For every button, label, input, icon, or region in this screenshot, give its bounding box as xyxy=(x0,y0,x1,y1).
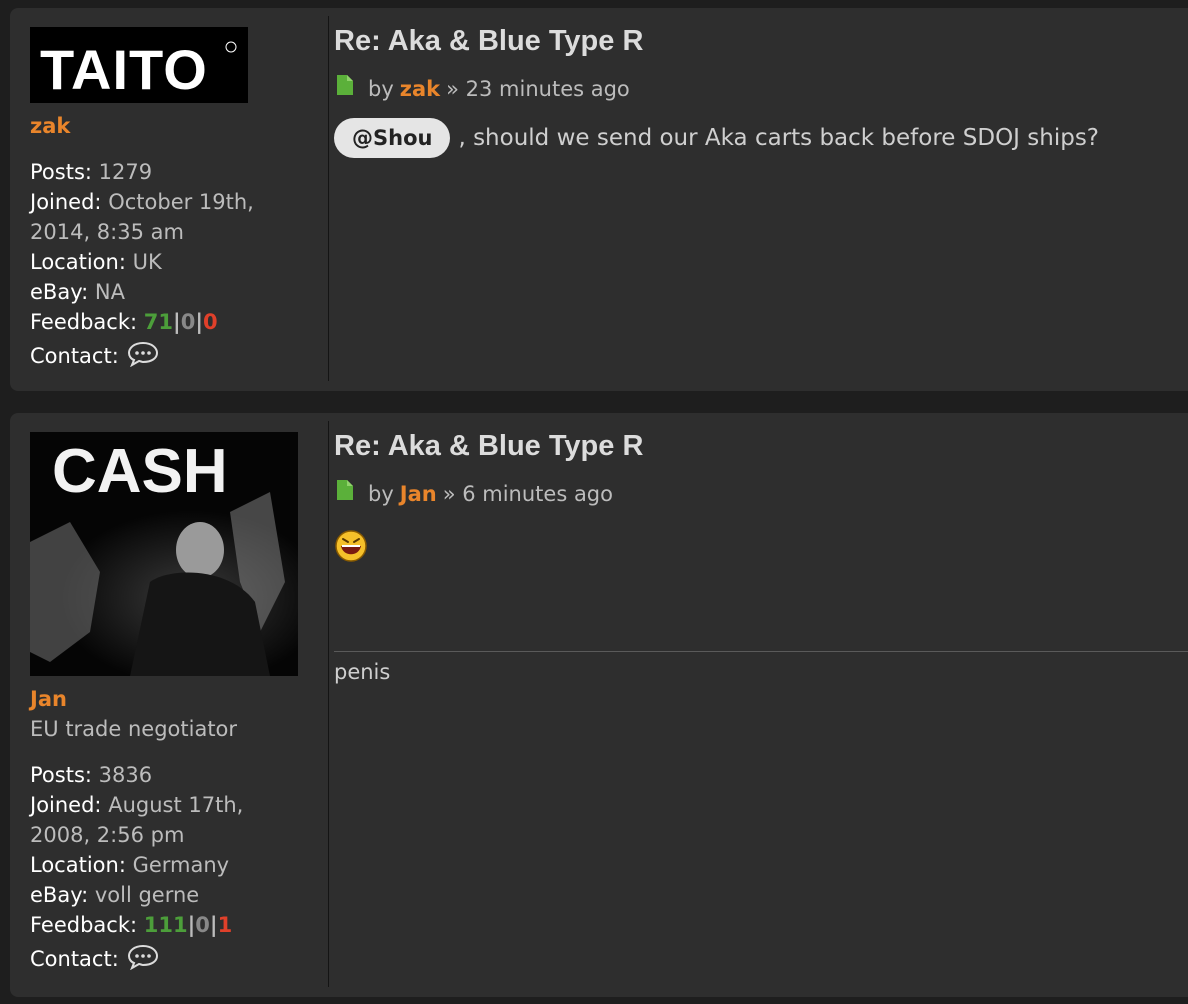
post-title[interactable]: Re: Aka & Blue Type R xyxy=(334,22,1188,60)
stat-value: October 19th, xyxy=(108,190,254,214)
post-meta: by Jan » 6 minutes ago xyxy=(334,479,1188,509)
stat-joined-cont: 2014, 8:35 am xyxy=(30,217,320,247)
feedback-negative[interactable]: 1 xyxy=(218,913,233,937)
post-time: » 23 minutes ago xyxy=(446,77,630,101)
stat-label: eBay: xyxy=(30,883,89,907)
stat-label: Joined: xyxy=(30,793,102,817)
stat-value: Germany xyxy=(132,853,230,877)
stat-ebay: eBay: NA xyxy=(30,277,320,307)
post-time: » 6 minutes ago xyxy=(442,482,613,506)
stat-contact: Contact: xyxy=(30,944,320,978)
feedback-separator: | xyxy=(195,310,203,334)
feedback-neutral[interactable]: 0 xyxy=(195,913,210,937)
stat-value: NA xyxy=(94,280,125,304)
forum-post: CASH Jan EU trade negotiator Posts: 3836… xyxy=(10,413,1188,997)
stat-value: UK xyxy=(132,250,162,274)
stat-joined: Joined: August 17th, xyxy=(30,790,320,820)
post-author[interactable]: zak xyxy=(400,74,440,104)
stat-value[interactable]: 1279 xyxy=(99,160,152,184)
speech-bubble-icon[interactable] xyxy=(127,341,159,375)
stat-joined: Joined: October 19th, xyxy=(30,187,320,217)
stat-value: August 17th, xyxy=(108,793,244,817)
feedback-neutral[interactable]: 0 xyxy=(181,310,196,334)
username[interactable]: zak xyxy=(30,111,320,141)
stat-label: Location: xyxy=(30,250,126,274)
forum-post: TAITO zak Posts: 1279 Joined: October 19… xyxy=(10,8,1188,391)
stat-label: Posts: xyxy=(30,160,92,184)
stat-posts: Posts: 3836 xyxy=(30,760,320,790)
feedback-positive[interactable]: 71 xyxy=(144,310,173,334)
user-mention[interactable]: @Shou xyxy=(334,118,451,158)
laughing-smiley-icon xyxy=(334,529,368,576)
stat-contact: Contact: xyxy=(30,341,320,375)
post-body: Re: Aka & Blue Type R by Jan » 6 minutes… xyxy=(334,427,1188,684)
user-stats: Posts: 3836 Joined: August 17th, 2008, 2… xyxy=(30,760,320,978)
stat-label: eBay: xyxy=(30,280,89,304)
user-rank: EU trade negotiator xyxy=(30,717,238,741)
svg-text:CASH: CASH xyxy=(52,437,228,506)
user-signature: penis xyxy=(334,651,1188,684)
post-content: @Shou , should we send our Aka carts back… xyxy=(334,118,1188,158)
stat-label: Contact: xyxy=(30,344,119,368)
stat-value[interactable]: 3836 xyxy=(99,763,152,787)
stat-label: Posts: xyxy=(30,763,92,787)
feedback-separator: | xyxy=(209,913,218,937)
meta-by: by xyxy=(368,482,394,506)
post-text: , should we send our Aka carts back befo… xyxy=(458,125,1100,151)
user-avatar[interactable]: CASH xyxy=(30,432,298,676)
post-body: Re: Aka & Blue Type R by zak » 23 minute… xyxy=(334,22,1188,158)
user-avatar[interactable]: TAITO xyxy=(30,27,248,103)
meta-by: by xyxy=(368,77,394,101)
post-profile: TAITO zak Posts: 1279 Joined: October 19… xyxy=(30,27,320,375)
stat-label: Location: xyxy=(30,853,126,877)
stat-label: Feedback: xyxy=(30,310,138,334)
speech-bubble-icon[interactable] xyxy=(127,944,159,978)
post-content xyxy=(334,523,1188,576)
stat-feedback: Feedback: 71|0|0 xyxy=(30,307,320,337)
feedback-separator: | xyxy=(173,310,181,334)
stat-ebay: eBay: voll gerne xyxy=(30,880,320,910)
stat-value: 2014, 8:35 am xyxy=(30,220,184,244)
stat-value: voll gerne xyxy=(94,883,200,907)
feedback-negative[interactable]: 0 xyxy=(203,310,218,334)
user-stats: Posts: 1279 Joined: October 19th, 2014, … xyxy=(30,157,320,375)
post-profile: CASH Jan EU trade negotiator Posts: 3836… xyxy=(30,432,320,978)
stat-label: Joined: xyxy=(30,190,102,214)
stat-location: Location: Germany xyxy=(30,850,320,880)
post-file-icon[interactable] xyxy=(336,74,354,104)
post-title[interactable]: Re: Aka & Blue Type R xyxy=(334,427,1188,465)
username[interactable]: Jan xyxy=(30,684,320,714)
stat-label: Feedback: xyxy=(30,913,138,937)
stat-joined-cont: 2008, 2:56 pm xyxy=(30,820,320,850)
svg-text:TAITO: TAITO xyxy=(40,38,208,101)
feedback-positive[interactable]: 111 xyxy=(144,913,188,937)
profile-divider xyxy=(328,16,329,381)
post-meta: by zak » 23 minutes ago xyxy=(334,74,1188,104)
profile-divider xyxy=(328,421,329,987)
stat-value: 2008, 2:56 pm xyxy=(30,823,185,847)
stat-label: Contact: xyxy=(30,947,119,971)
stat-location: Location: UK xyxy=(30,247,320,277)
post-author[interactable]: Jan xyxy=(400,479,437,509)
stat-posts: Posts: 1279 xyxy=(30,157,320,187)
post-file-icon[interactable] xyxy=(336,479,354,509)
stat-feedback: Feedback: 111|0|1 xyxy=(30,910,320,940)
